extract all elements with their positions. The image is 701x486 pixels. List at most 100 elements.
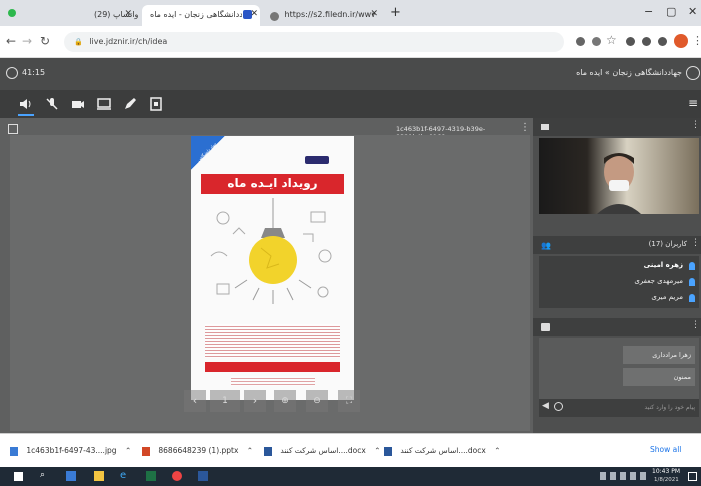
poster-footer-text [231, 376, 315, 386]
camera-icon[interactable] [70, 96, 86, 112]
chat-message: زهرا مرادداری [623, 346, 695, 364]
translate-icon[interactable] [592, 37, 601, 46]
url-text: live.jdznir.ir/ch/idea [89, 37, 168, 46]
more-icon[interactable]: ⋮ [691, 320, 700, 330]
url-field[interactable]: 🔒 live.jdznir.ir/ch/idea [64, 32, 564, 52]
star-icon[interactable]: ☆ [606, 33, 617, 47]
screen-share-icon[interactable] [96, 96, 112, 112]
participant-video-icon [597, 153, 641, 214]
webcam-video [539, 138, 699, 214]
zoom-out-icon[interactable]: ⊖ [306, 390, 328, 412]
slide-controls: ‹ 1 › ⊕ ⊖ ⛶ [184, 390, 362, 412]
lock-icon: 🔒 [74, 38, 83, 46]
globe-icon [270, 12, 279, 21]
hamburger-menu-icon[interactable]: ≡ [688, 96, 698, 110]
new-tab-button[interactable]: + [390, 5, 401, 20]
download-name: اساس شرکت کنند....docx [400, 446, 486, 455]
download-item[interactable]: 8686648239 (1).pptx ⌃ [142, 441, 253, 461]
download-item[interactable]: 1c463b1f-6497-43....jpg ⌃ [10, 441, 131, 461]
back-icon[interactable]: ← [6, 34, 16, 48]
chrome-icon[interactable] [172, 471, 182, 481]
poster-body-text [205, 324, 340, 358]
chat-message-text: ممنون [673, 373, 691, 381]
extension-icon[interactable] [626, 37, 635, 46]
minimize-button[interactable]: − [644, 5, 653, 18]
whiteboard-icon[interactable] [148, 96, 164, 112]
docx-file-icon [384, 446, 392, 456]
close-icon[interactable]: ✕ [370, 9, 378, 19]
chevron-up-icon[interactable]: ⌃ [247, 446, 253, 455]
user-icon [689, 262, 695, 270]
camera-icon [541, 124, 549, 130]
reload-icon[interactable]: ↻ [40, 34, 50, 48]
emoji-icon[interactable] [554, 402, 563, 411]
chat-placeholder: پیام خود را وارد کنید [644, 404, 695, 411]
address-bar-row: ← → ↻ 🔒 live.jdznir.ir/ch/idea ☆ ⋮ [0, 26, 701, 58]
profile-avatar[interactable] [674, 34, 688, 48]
excel-icon[interactable] [146, 471, 156, 481]
zoom-in-icon[interactable]: ⊕ [274, 390, 296, 412]
chevron-up-icon[interactable]: ⌃ [374, 446, 380, 455]
search-icon[interactable]: ⌕ [40, 470, 45, 480]
tab-whatsapp[interactable]: (29) واتساپ ✕ [86, 5, 138, 26]
next-slide-button[interactable]: › [244, 390, 266, 412]
user-row[interactable]: میرمهدی جعفری [539, 275, 699, 290]
user-row[interactable]: زهره امینی [539, 259, 699, 274]
close-icon[interactable]: ✕ [124, 9, 132, 19]
user-name: زهره امینی [643, 261, 683, 269]
download-name: 8686648239 (1).pptx [158, 446, 239, 455]
tab-skyroom[interactable]: جهاددانشگاهی زنجان - ایده ماه ✕ [142, 5, 260, 26]
forward-icon[interactable]: → [22, 34, 32, 48]
document-icon[interactable] [8, 124, 18, 134]
file-explorer-icon[interactable] [94, 471, 104, 481]
tab-label: https://s2.filedn.ir/www.skyroom [284, 10, 375, 19]
pen-icon[interactable] [122, 96, 138, 112]
download-item[interactable]: اساس شرکت کنند....docx ⌃ [384, 441, 501, 461]
download-item[interactable]: اساس شرکت کنند....docx ⌃ [264, 441, 381, 461]
notification-icon[interactable] [688, 472, 697, 481]
edge-icon[interactable]: e [120, 470, 126, 481]
fullscreen-icon[interactable]: ⛶ [338, 390, 360, 412]
close-window-button[interactable]: ✕ [688, 5, 697, 18]
chat-input[interactable]: ◀ پیام خود را وارد کنید [539, 399, 699, 417]
clock-time: 10:43 PM [652, 468, 680, 475]
speaker-icon[interactable] [18, 96, 34, 112]
user-icon [689, 294, 695, 302]
record-indicator-icon [8, 9, 16, 17]
more-icon[interactable]: ⋮ [691, 238, 700, 248]
docx-file-icon [264, 446, 272, 456]
chat-panel-header: ⋮ [533, 318, 701, 336]
more-icon[interactable]: ⋮ [520, 122, 530, 133]
clock-date: 1/8/2021 [654, 477, 679, 483]
mic-muted-icon[interactable] [44, 96, 60, 112]
app-header: 41:15 جهاددانشگاهی زنجان » ایده ماه [0, 58, 701, 90]
more-icon[interactable]: ⋮ [691, 120, 700, 130]
users-panel-header: 👥 کاربران (17) ⋮ [533, 236, 701, 254]
prev-slide-button[interactable]: ‹ [184, 390, 206, 412]
slide-number-input[interactable]: 1 [210, 390, 240, 412]
logo-icon [686, 66, 700, 80]
menu-icon[interactable]: ⋮ [692, 34, 701, 47]
send-icon[interactable]: ◀ [542, 401, 549, 411]
poster-image: جهاد دانشگاهی رویداد ایـده ماه [191, 136, 354, 400]
chat-icon [541, 323, 550, 331]
clock-icon [6, 67, 18, 79]
chevron-up-icon[interactable]: ⌃ [494, 446, 500, 455]
chat-message: ممنون [623, 368, 695, 386]
windows-start-icon[interactable] [14, 472, 23, 481]
puzzle-icon[interactable] [642, 37, 651, 46]
word-icon[interactable] [198, 471, 208, 481]
download-name: 1c463b1f-6497-43....jpg [26, 446, 117, 455]
user-name: مریم میری [651, 293, 683, 301]
app-toolbar: ≡ [0, 90, 701, 118]
tab-filedn[interactable]: https://s2.filedn.ir/www.skyroom ✕ [262, 5, 384, 26]
chevron-up-icon[interactable]: ⌃ [125, 446, 131, 455]
show-all-button[interactable]: Show all [650, 445, 681, 454]
maximize-button[interactable]: ▢ [666, 5, 676, 18]
user-row[interactable]: مریم میری [539, 291, 699, 306]
key-icon[interactable] [576, 37, 585, 46]
close-icon[interactable]: ✕ [250, 9, 258, 19]
media-icon[interactable] [658, 37, 667, 46]
users-count: کاربران (17) [648, 240, 687, 248]
taskbar-app-icon[interactable] [66, 471, 76, 481]
